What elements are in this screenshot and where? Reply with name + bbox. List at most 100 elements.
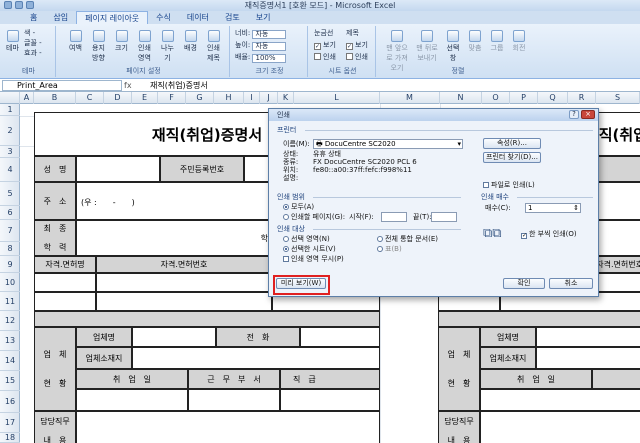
fonts-button[interactable]: 글꼴 - [24,38,42,48]
duty-label[interactable]: 담당직무 내 용 [34,411,76,443]
column-header[interactable]: L [294,92,380,104]
tab-page-layout[interactable]: 페이지 레이아웃 [76,11,149,24]
license-row-cell[interactable] [34,273,96,292]
help-icon[interactable]: ? [569,110,579,119]
headings-view-checkbox[interactable]: ✓ 보기 [346,40,368,50]
phone-value[interactable] [300,327,380,347]
column-header[interactable]: M [380,92,440,104]
table-radio[interactable]: 표(B) [377,245,402,254]
column-header[interactable]: C [76,92,104,104]
hire-date-header[interactable]: 취 업 일 [76,369,188,389]
height-combo[interactable]: 자동 [252,42,287,51]
column-header[interactable]: I [244,92,260,104]
spinner-icon[interactable]: ⇕ [573,204,579,212]
collate-checkbox[interactable]: ✓ 한 부씩 인쇄(O) [521,230,577,239]
entire-workbook-radio[interactable]: 전체 통합 문서(E) [377,235,438,244]
row-header[interactable]: 2 [0,116,20,146]
resident-no-label-cell[interactable]: 주민등록번호 [160,156,244,182]
column-header[interactable]: Q [538,92,568,104]
row-header[interactable]: 10 [0,273,20,292]
to-input[interactable] [431,212,457,222]
print-titles-button[interactable]: 인쇄 제목 [206,30,221,63]
formula-input[interactable]: 재직(취업)증명서 [150,80,208,91]
tab-insert[interactable]: 삽입 [45,11,76,24]
close-icon[interactable]: × [581,110,595,119]
send-to-back-button[interactable]: 맨 뒤로 보내기 [414,30,440,63]
gridlines-print-checkbox[interactable]: 인쇄 [314,52,336,62]
license-no-header[interactable]: 자격.면허번호 [96,256,272,273]
column-header[interactable]: N [440,92,482,104]
breaks-button[interactable]: 나누기 [160,30,175,63]
theme-button[interactable]: 테마 [5,30,20,53]
right-duty-label[interactable]: 담당직무 내 용 [438,411,480,443]
colors-button[interactable]: 색 - [24,28,35,38]
position-header[interactable]: 직 급 [280,369,380,389]
column-header[interactable]: F [158,92,186,104]
width-combo[interactable]: 자동 [252,30,287,39]
right-company-address-value[interactable] [536,347,640,369]
selection-pane-button[interactable]: 선택 창 [444,30,462,63]
row-header[interactable]: 11 [0,292,20,311]
tab-review[interactable]: 검토 [217,11,248,24]
column-header[interactable]: B [34,92,76,104]
company-name-value[interactable] [132,327,216,347]
department-header[interactable]: 근 무 부 서 [188,369,280,389]
column-header[interactable]: D [104,92,132,104]
row-header[interactable]: 7 [0,220,20,242]
select-all-corner[interactable] [0,92,20,104]
license-row-cell[interactable] [96,273,272,292]
column-header[interactable]: O [482,92,510,104]
name-value-cell[interactable] [76,156,160,182]
tab-home[interactable]: 홈 [22,11,45,24]
column-header[interactable]: K [278,92,294,104]
education-label-cell[interactable]: 최 종 학 력 [34,220,76,256]
headings-print-checkbox[interactable]: 인쇄 [346,52,368,62]
address-label-cell[interactable]: 주 소 [34,182,76,220]
tab-data[interactable]: 데이터 [179,11,217,24]
phone-label[interactable]: 전 화 [216,327,300,347]
company-name-label[interactable]: 업체명 [76,327,132,347]
right-company-status-label[interactable]: 업 체 현 황 [438,327,480,411]
right-company-name-label[interactable]: 업체명 [480,327,536,347]
margins-button[interactable]: 여백 [68,30,83,53]
column-header[interactable]: H [214,92,244,104]
right-dept-header[interactable] [592,369,640,389]
right-hire-date-value[interactable] [480,389,640,411]
row-header[interactable]: 8 [0,242,20,256]
print-area-button[interactable]: 인쇄 영역 [137,30,152,63]
row-header[interactable]: 5 [0,182,20,206]
department-value[interactable] [188,389,280,411]
row-header[interactable]: 9 [0,256,20,273]
license-row-cell[interactable] [96,292,272,311]
license-name-header[interactable]: 자격.면허명 [34,256,96,273]
name-box[interactable]: Print_Area [2,80,122,91]
group-button[interactable]: 그룹 [488,30,506,53]
tab-view[interactable]: 보기 [248,11,279,24]
range-pages-radio[interactable]: 인쇄할 페이지(G): [283,213,345,222]
position-value[interactable] [280,389,380,411]
ignore-print-areas-checkbox[interactable]: 인쇄 영역 무시(P) [283,255,344,264]
company-address-label[interactable]: 업체소재지 [76,347,132,369]
row-header[interactable]: 16 [0,391,20,413]
row-header[interactable]: 3 [0,146,20,158]
selection-radio[interactable]: 선택 영역(N) [283,235,330,244]
row-header[interactable]: 18 [0,433,20,443]
gridlines-view-checkbox[interactable]: ✓ 보기 [314,40,336,50]
background-button[interactable]: 배경 [183,30,198,53]
column-header[interactable]: J [260,92,278,104]
name-label-cell[interactable]: 성 명 [34,156,76,182]
printer-name-select[interactable]: 🖶 DocuCentre SC2020 ▾ [313,139,463,149]
column-header[interactable]: R [568,92,596,104]
range-all-radio[interactable]: 모두(A) [283,203,314,212]
row-header[interactable]: 17 [0,413,20,433]
duty-value[interactable] [76,411,380,443]
properties-button[interactable]: 속성(R)... [483,138,541,149]
tab-formulas[interactable]: 수식 [148,11,179,24]
column-header[interactable]: E [132,92,158,104]
active-sheets-radio[interactable]: 선택한 시트(V) [283,245,336,254]
scale-spinner[interactable]: 100% [252,54,287,63]
row-header[interactable]: 15 [0,371,20,391]
column-header[interactable]: P [510,92,538,104]
print-to-file-checkbox[interactable]: 파일로 인쇄(L) [483,181,535,190]
license-row-cell[interactable] [34,292,96,311]
